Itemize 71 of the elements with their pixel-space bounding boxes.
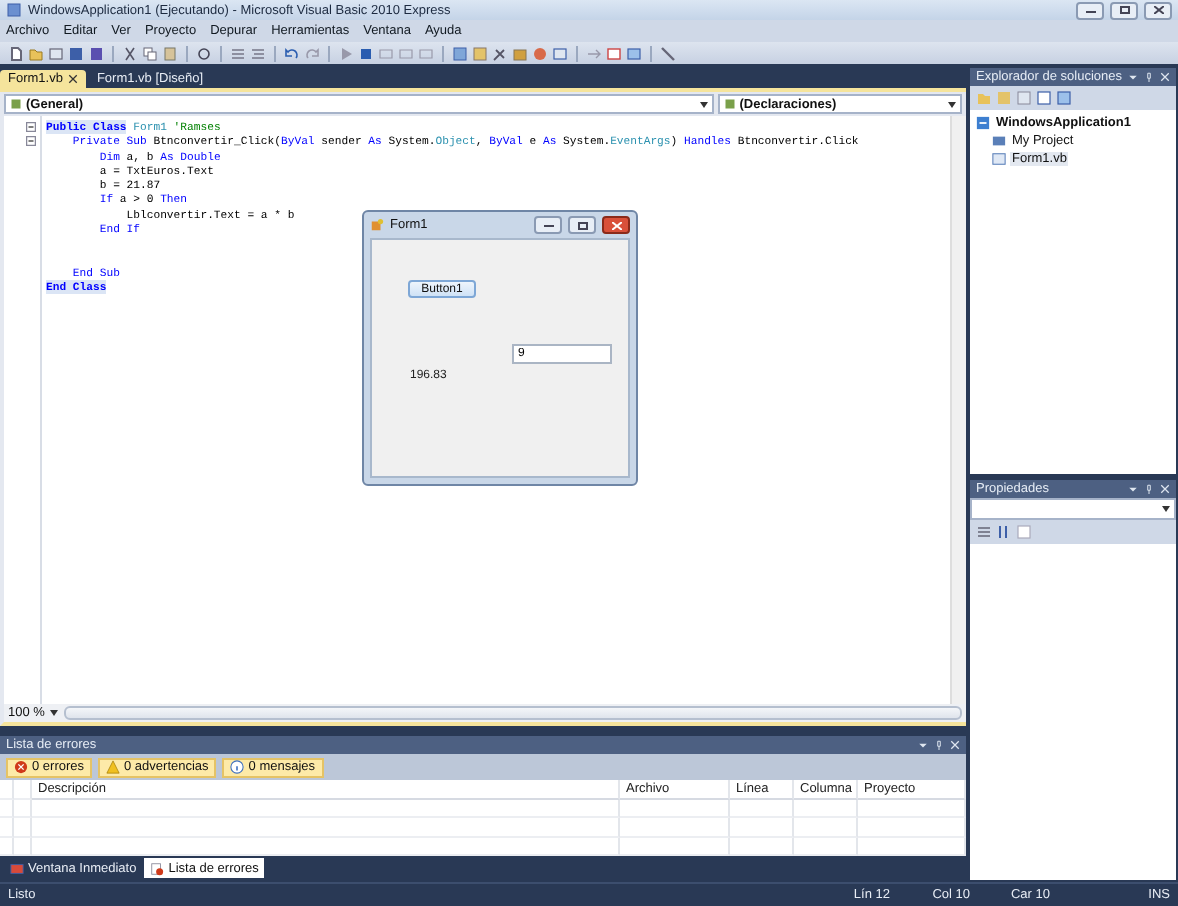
undo-icon[interactable] bbox=[284, 45, 300, 61]
code-icon[interactable] bbox=[1036, 90, 1052, 106]
table-cell bbox=[14, 818, 32, 837]
window-icon[interactable] bbox=[552, 45, 568, 61]
table-cell bbox=[858, 818, 966, 837]
dropdown-icon[interactable] bbox=[918, 740, 928, 750]
sort-icon[interactable] bbox=[996, 524, 1012, 540]
close-button[interactable] bbox=[602, 216, 630, 234]
form-icon bbox=[370, 218, 384, 232]
copy-icon[interactable] bbox=[142, 45, 158, 61]
restore-icon bbox=[1119, 6, 1129, 14]
table-cell bbox=[730, 818, 794, 837]
info-icon bbox=[230, 760, 245, 774]
close-button[interactable] bbox=[1144, 1, 1172, 19]
stop-icon[interactable] bbox=[358, 45, 374, 61]
list-icon bbox=[150, 861, 165, 875]
pin-icon[interactable] bbox=[1144, 484, 1154, 494]
paste-icon[interactable] bbox=[162, 45, 178, 61]
find-icon[interactable] bbox=[196, 45, 212, 61]
redo-icon[interactable] bbox=[304, 45, 320, 61]
class-icon bbox=[723, 98, 736, 110]
cut-icon[interactable] bbox=[122, 45, 138, 61]
minimize-icon bbox=[543, 222, 553, 228]
caret-icon bbox=[50, 710, 59, 716]
caret-icon bbox=[1162, 506, 1170, 512]
pin-icon[interactable] bbox=[1144, 72, 1154, 82]
restore-button[interactable] bbox=[1110, 1, 1138, 19]
table-cell bbox=[858, 837, 966, 856]
table-cell bbox=[730, 837, 794, 856]
class-icon bbox=[10, 98, 22, 110]
table-cell bbox=[730, 799, 794, 818]
project-icon bbox=[976, 115, 990, 129]
maximize-icon bbox=[577, 221, 587, 229]
app-icon bbox=[6, 2, 22, 18]
table-cell bbox=[14, 780, 32, 799]
minimize-button[interactable] bbox=[1076, 1, 1104, 19]
collapse-icon[interactable] bbox=[26, 136, 36, 147]
close-icon bbox=[611, 221, 621, 229]
horizontal-scrollbar[interactable] bbox=[64, 706, 962, 720]
close-icon bbox=[1153, 6, 1163, 14]
window-icon bbox=[10, 861, 24, 875]
table-cell bbox=[794, 818, 858, 837]
categories-icon[interactable] bbox=[976, 524, 992, 540]
table-cell bbox=[14, 799, 32, 818]
table-cell bbox=[794, 799, 858, 818]
pin-icon[interactable] bbox=[934, 740, 944, 750]
maximize-button[interactable] bbox=[568, 216, 596, 234]
table-cell bbox=[620, 818, 730, 837]
arrow-icon[interactable] bbox=[586, 45, 602, 61]
table-cell bbox=[620, 799, 730, 818]
error-icon bbox=[14, 760, 28, 774]
list-icon[interactable] bbox=[250, 45, 266, 61]
form-icon bbox=[992, 151, 1006, 165]
window-icon[interactable] bbox=[48, 45, 64, 61]
table-cell bbox=[858, 799, 966, 818]
folder-icon bbox=[992, 133, 1006, 147]
caret-icon bbox=[948, 101, 956, 107]
table-cell bbox=[14, 837, 32, 856]
list-icon[interactable] bbox=[230, 45, 246, 61]
table-cell bbox=[620, 837, 730, 856]
warning-icon bbox=[106, 760, 121, 774]
minimize-button[interactable] bbox=[534, 216, 562, 234]
close-icon[interactable] bbox=[68, 74, 79, 84]
table-cell bbox=[794, 837, 858, 856]
object-dropdown[interactable] bbox=[970, 498, 1176, 520]
designer-icon[interactable] bbox=[1056, 90, 1072, 106]
minimize-icon bbox=[1085, 7, 1095, 13]
collapse-icon[interactable] bbox=[26, 122, 36, 133]
caret-icon bbox=[699, 101, 708, 107]
dropdown-icon[interactable] bbox=[1128, 72, 1138, 82]
dropdown-icon[interactable] bbox=[1128, 484, 1138, 494]
